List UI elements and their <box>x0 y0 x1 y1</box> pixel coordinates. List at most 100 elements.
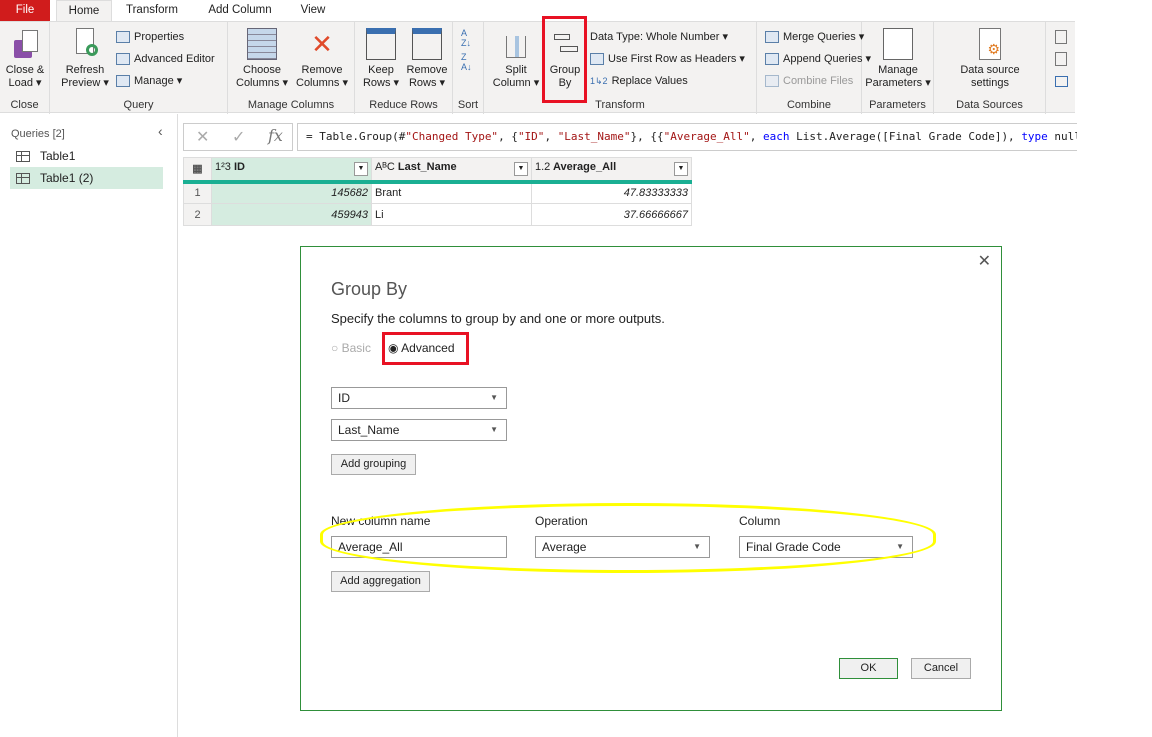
keep-rows-icon <box>366 28 396 60</box>
add-aggregation-button[interactable]: Add aggregation <box>331 571 430 592</box>
cell-average[interactable]: 47.83333333 <box>531 181 692 204</box>
split-column-button[interactable]: Split Column ▾ <box>490 28 542 90</box>
filter-dropdown-icon[interactable]: ▼ <box>674 162 688 177</box>
collapse-chevron-icon[interactable]: ‹ <box>158 123 163 139</box>
sort-descending-icon[interactable]: Z A↓ <box>461 52 472 72</box>
table-icon <box>590 53 604 66</box>
cell-average[interactable]: 37.66666667 <box>531 203 692 226</box>
close-icon[interactable]: ✕ <box>978 251 991 271</box>
manage-parameters-button[interactable]: Manage Parameters ▾ <box>864 28 932 90</box>
refresh-preview-button[interactable]: Refresh Preview ▾ <box>58 28 112 90</box>
cell-last-name[interactable]: Brant <box>371 181 532 204</box>
append-icon <box>765 53 779 66</box>
ok-button[interactable]: OK <box>839 658 898 679</box>
tab-add-column[interactable]: Add Column <box>198 0 282 21</box>
formula-text: List.Average([Final Grade Code]), <box>789 130 1022 143</box>
grouping-select-1[interactable]: ID ▼ <box>331 387 507 409</box>
manage-button[interactable]: Manage ▾ <box>116 72 182 90</box>
cancel-button[interactable]: Cancel <box>911 658 971 679</box>
label: Data source <box>960 64 1020 76</box>
cell-id[interactable]: 145682 <box>211 181 372 204</box>
check-icon[interactable]: ✓ <box>232 127 245 147</box>
advanced-highlight <box>382 332 469 365</box>
column-header-id[interactable]: 1²3 ID ▼ <box>211 157 372 184</box>
chevron-down-icon: ▼ <box>490 425 498 434</box>
row-number: 2 <box>183 203 212 226</box>
sort-ascending-icon[interactable]: A Z↓ <box>461 28 471 48</box>
data-source-settings-icon: ⚙ <box>979 28 1001 60</box>
keep-rows-button[interactable]: Keep Rows ▾ <box>359 28 403 90</box>
use-first-row-headers-button[interactable]: Use First Row as Headers ▾ <box>590 50 745 68</box>
label: Refresh <box>65 64 105 76</box>
group-label: Query <box>123 99 154 111</box>
formula-text: , <box>749 130 764 143</box>
remove-rows-icon <box>412 28 442 60</box>
data-type-dropdown[interactable]: Data Type: Whole Number ▾ <box>590 28 728 46</box>
formula-text: type <box>1021 130 1048 143</box>
advanced-editor-button[interactable]: Advanced Editor <box>116 50 215 68</box>
fx-icon: fx <box>268 126 283 145</box>
formula-bar[interactable]: = Table.Group(#"Changed Type", {"ID", "L… <box>297 123 1077 151</box>
choose-columns-button[interactable]: Choose Columns ▾ <box>234 28 290 90</box>
remove-columns-button[interactable]: ✕ Remove Columns ▾ <box>292 28 352 90</box>
tab-file[interactable]: File <box>0 0 50 21</box>
tab-home[interactable]: Home <box>56 0 112 21</box>
formula-text: each <box>763 130 790 143</box>
column-header-last-name[interactable]: AᴮC Last_Name ▼ <box>371 157 532 184</box>
properties-button[interactable]: Properties <box>116 28 184 46</box>
filter-dropdown-icon[interactable]: ▼ <box>514 162 528 177</box>
query-item-table1-2[interactable]: Table1 (2) <box>10 167 163 189</box>
label: Split <box>505 64 527 76</box>
queries-pane: Queries [2] ‹ Table1 Table1 (2) <box>0 114 178 737</box>
formula-controls: ✕ ✓ fx <box>183 123 293 151</box>
formula-text: }, {{ <box>630 130 664 143</box>
filter-dropdown-icon[interactable]: ▼ <box>354 162 368 177</box>
table-menu-icon[interactable]: ▦ <box>183 157 212 184</box>
label: Use First Row as Headers ▾ <box>608 53 745 65</box>
group-label: Data Sources <box>956 99 1023 111</box>
formula-text: "Average_All" <box>663 130 750 143</box>
type-icon: 1²3 <box>215 161 231 174</box>
group-query: Refresh Preview ▾ Properties Advanced Edi… <box>50 22 228 114</box>
label: Load ▾ <box>8 77 42 89</box>
label: Keep <box>368 64 394 76</box>
type-icon: 1.2 <box>535 161 551 174</box>
add-grouping-button[interactable]: Add grouping <box>331 454 416 475</box>
combine-files-button[interactable]: Combine Files <box>765 72 853 90</box>
grouping-select-2[interactable]: Last_Name ▼ <box>331 419 507 441</box>
tab-view[interactable]: View <box>290 0 336 21</box>
merge-queries-button[interactable]: Merge Queries ▾ <box>765 28 864 46</box>
cancel-icon[interactable]: ✕ <box>196 127 209 147</box>
label: Table1 (2) <box>40 171 94 185</box>
ribbon: Close & Load ▾ Close Refresh Preview ▾ Pro… <box>0 21 1075 114</box>
close-load-button[interactable]: Close & Load ▾ <box>2 28 48 90</box>
group-label: Manage Columns <box>247 99 335 111</box>
group-label: Reduce Rows <box>369 99 438 111</box>
basic-radio[interactable]: ○ Basic <box>331 341 371 355</box>
remove-rows-button[interactable]: Remove Rows ▾ <box>403 28 451 90</box>
label: Average_All <box>552 161 617 174</box>
recent-sources-icon[interactable] <box>1055 52 1067 66</box>
new-source-icon[interactable] <box>1055 30 1067 44</box>
label: settings <box>971 77 1009 89</box>
tab-transform[interactable]: Transform <box>116 0 188 21</box>
label: Rows ▾ <box>362 77 400 89</box>
group-label: Parameters <box>869 99 926 111</box>
query-item-table1[interactable]: Table1 <box>10 145 163 167</box>
group-by-dialog: ✕ Group By Specify the columns to group … <box>300 246 1002 711</box>
cell-id[interactable]: 459943 <box>211 203 372 226</box>
chevron-down-icon: ▼ <box>490 393 498 402</box>
group-reduce-rows: Keep Rows ▾ Remove Rows ▾ Reduce Rows <box>355 22 453 114</box>
remove-columns-icon: ✕ <box>311 29 333 59</box>
enter-data-icon[interactable] <box>1055 76 1068 87</box>
replace-values-button[interactable]: 1↳2 Replace Values <box>590 72 688 90</box>
formula-text: "ID" <box>517 130 545 143</box>
append-queries-button[interactable]: Append Queries ▾ <box>765 50 871 68</box>
label: Properties <box>134 31 185 43</box>
label: Columns ▾ <box>296 77 348 89</box>
column-header-average-all[interactable]: 1.2 Average_All ▼ <box>531 157 692 184</box>
label: Remove <box>406 64 448 76</box>
data-source-settings-button[interactable]: ⚙ Data source settings <box>938 28 1042 90</box>
label: Preview ▾ <box>61 77 109 89</box>
cell-last-name[interactable]: Li <box>371 203 532 226</box>
